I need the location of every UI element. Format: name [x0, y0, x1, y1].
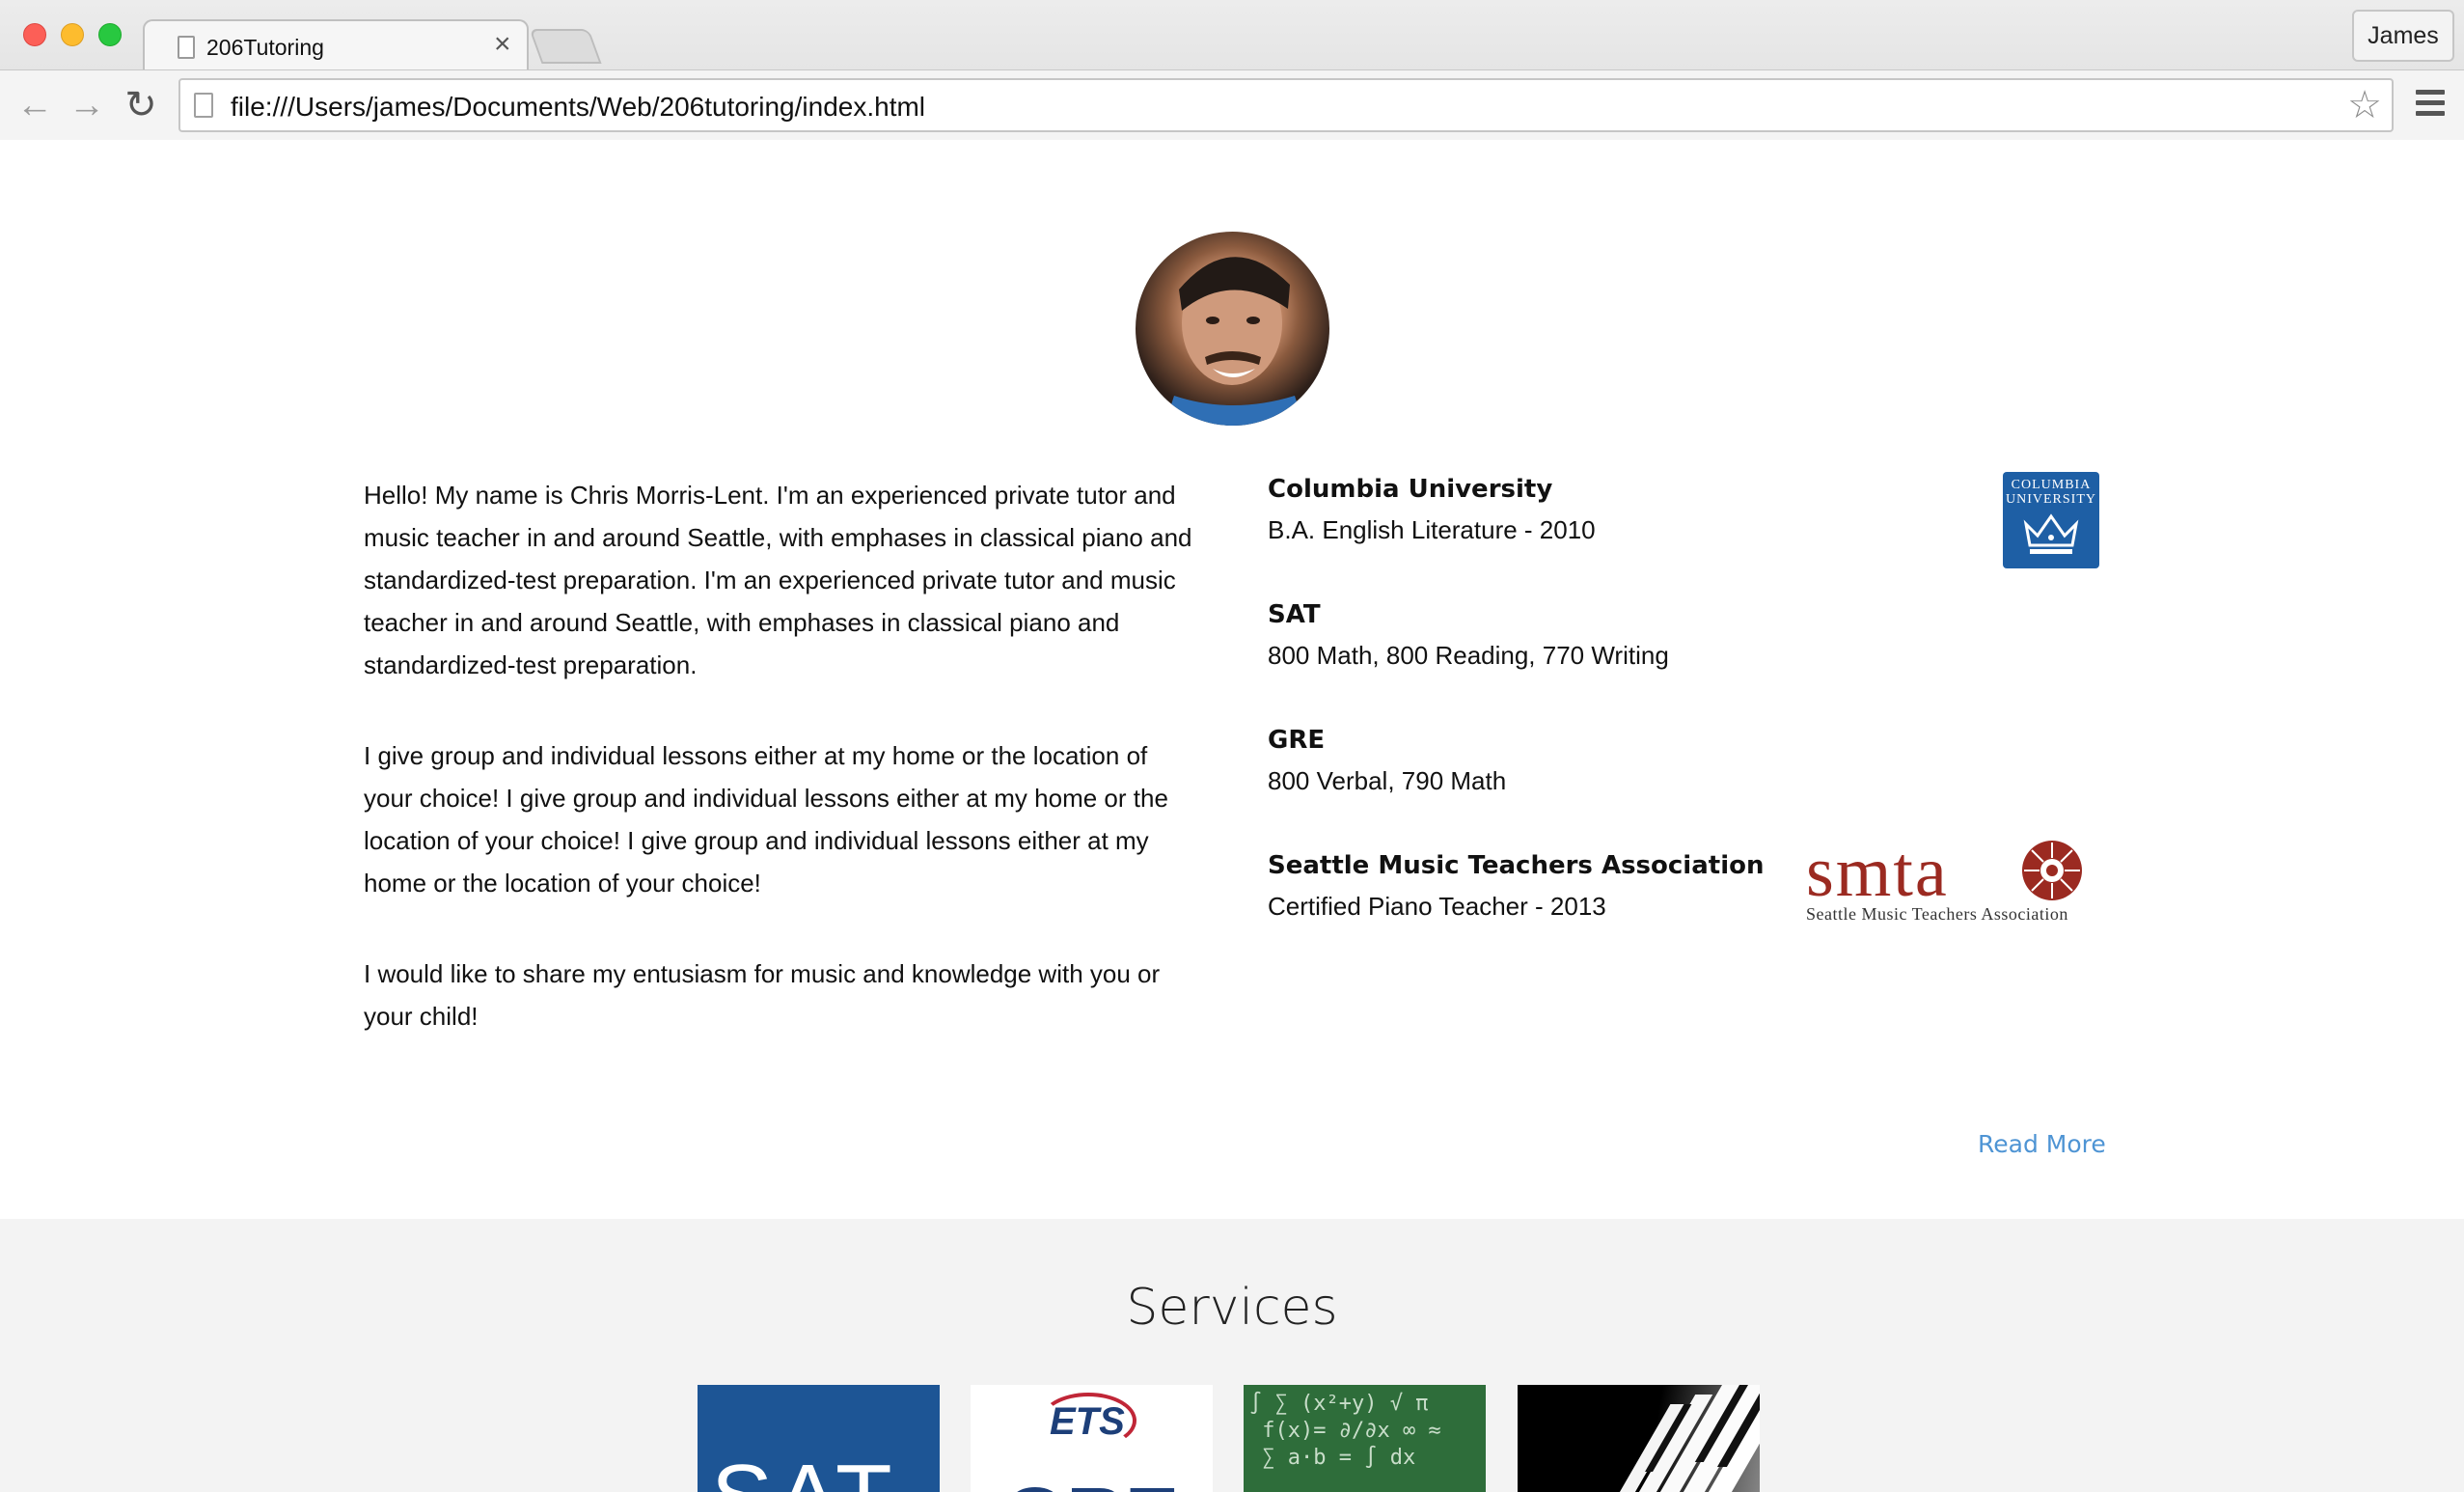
bio-paragraph: Hello! My name is Chris Morris-Lent. I'm… — [364, 481, 1192, 679]
profile-button[interactable]: James — [2352, 10, 2454, 62]
credential-title: Columbia University — [1268, 475, 1553, 504]
credential-sat: SAT 800 Math, 800 Reading, 770 Writing — [1268, 595, 2099, 721]
zoom-window-button[interactable] — [98, 23, 122, 46]
bio-text: Hello! My name is Chris Morris-Lent. I'm… — [364, 474, 1203, 1086]
credential-smta: Seattle Music Teachers Association Certi… — [1268, 837, 2099, 972]
new-tab-button[interactable] — [529, 29, 602, 64]
address-bar[interactable]: file:///Users/james/Documents/Web/206tut… — [178, 78, 2394, 132]
page-viewport: Hello! My name is Chris Morris-Lent. I'm… — [0, 140, 2464, 1492]
face-illustration — [1164, 257, 1304, 426]
credential-columbia: Columbia University B.A. English Literat… — [1268, 470, 2099, 595]
reload-icon[interactable]: ↻ — [120, 84, 162, 126]
hamburger-menu-icon[interactable] — [2416, 90, 2447, 119]
bookmark-star-icon[interactable]: ☆ — [2347, 84, 2382, 126]
tab-strip: 206Tutoring × James — [0, 0, 2464, 71]
url-text[interactable]: file:///Users/james/Documents/Web/206tut… — [231, 92, 925, 123]
credential-title: SAT — [1268, 600, 1321, 629]
services-heading: Services — [1126, 1279, 1338, 1337]
credential-detail: B.A. English Literature - 2010 — [1268, 515, 1596, 544]
credential-detail: 800 Math, 800 Reading, 770 Writing — [1268, 641, 1669, 670]
smta-logo: smta Seattle Music Teachers Association — [1806, 837, 2095, 924]
service-tile-sat[interactable]: SAT — [698, 1385, 940, 1492]
profile-photo — [1136, 232, 1329, 426]
services-section: Services SAT ETS GRE ∫ ∑ (x²+y) √ π f(x)… — [0, 1219, 2464, 1492]
bio-paragraph: I give group and individual lessons eith… — [364, 741, 1168, 898]
chalkboard-image: ∫ ∑ (x²+y) √ π f(x)= ∂/∂x ∞ ≈ ∑ a·b = ∫ … — [1249, 1392, 1441, 1470]
gre-logo-text: GRE — [1003, 1470, 1179, 1492]
tab-206tutoring[interactable]: 206Tutoring × — [143, 19, 529, 71]
page-icon — [194, 93, 213, 118]
minimize-window-button[interactable] — [61, 23, 84, 46]
credentials-list: Columbia University B.A. English Literat… — [1268, 470, 2099, 972]
smta-wheel-icon — [2022, 841, 2082, 900]
tab-title: 206Tutoring — [206, 35, 324, 60]
browser-chrome: 206Tutoring × James ← → ↻ file:///Users/… — [0, 0, 2464, 140]
bio-paragraph: I would like to share my entusiasm for m… — [364, 959, 1161, 1031]
crown-icon — [2023, 513, 2079, 554]
tab-close-icon[interactable]: × — [494, 28, 511, 60]
columbia-logo: COLUMBIA UNIVERSITY — [2003, 472, 2099, 568]
sat-logo-text: SAT — [711, 1445, 896, 1492]
columbia-logo-text: COLUMBIA UNIVERSITY — [2006, 478, 2096, 507]
ets-logo-text: ETS — [1050, 1400, 1125, 1443]
close-window-button[interactable] — [23, 23, 46, 46]
read-more-link[interactable]: Read More — [1978, 1130, 2106, 1158]
smta-logo-word: smta — [1806, 833, 1949, 912]
service-tile-math[interactable]: ∫ ∑ (x²+y) √ π f(x)= ∂/∂x ∞ ≈ ∑ a·b = ∫ … — [1244, 1385, 1486, 1492]
forward-arrow-icon[interactable]: → — [66, 84, 108, 126]
browser-toolbar: ← → ↻ file:///Users/james/Documents/Web/… — [0, 69, 2464, 140]
credential-detail: 800 Verbal, 790 Math — [1268, 766, 1507, 795]
smta-logo-subtitle: Seattle Music Teachers Association — [1806, 904, 2068, 924]
service-tile-piano[interactable] — [1518, 1385, 1760, 1492]
piano-keys-image — [1608, 1385, 1760, 1492]
credential-gre: GRE 800 Verbal, 790 Math — [1268, 721, 2099, 846]
back-arrow-icon[interactable]: ← — [14, 84, 56, 126]
page-icon — [178, 36, 195, 59]
credential-title: GRE — [1268, 726, 1326, 755]
service-tile-gre[interactable]: ETS GRE — [971, 1385, 1213, 1492]
